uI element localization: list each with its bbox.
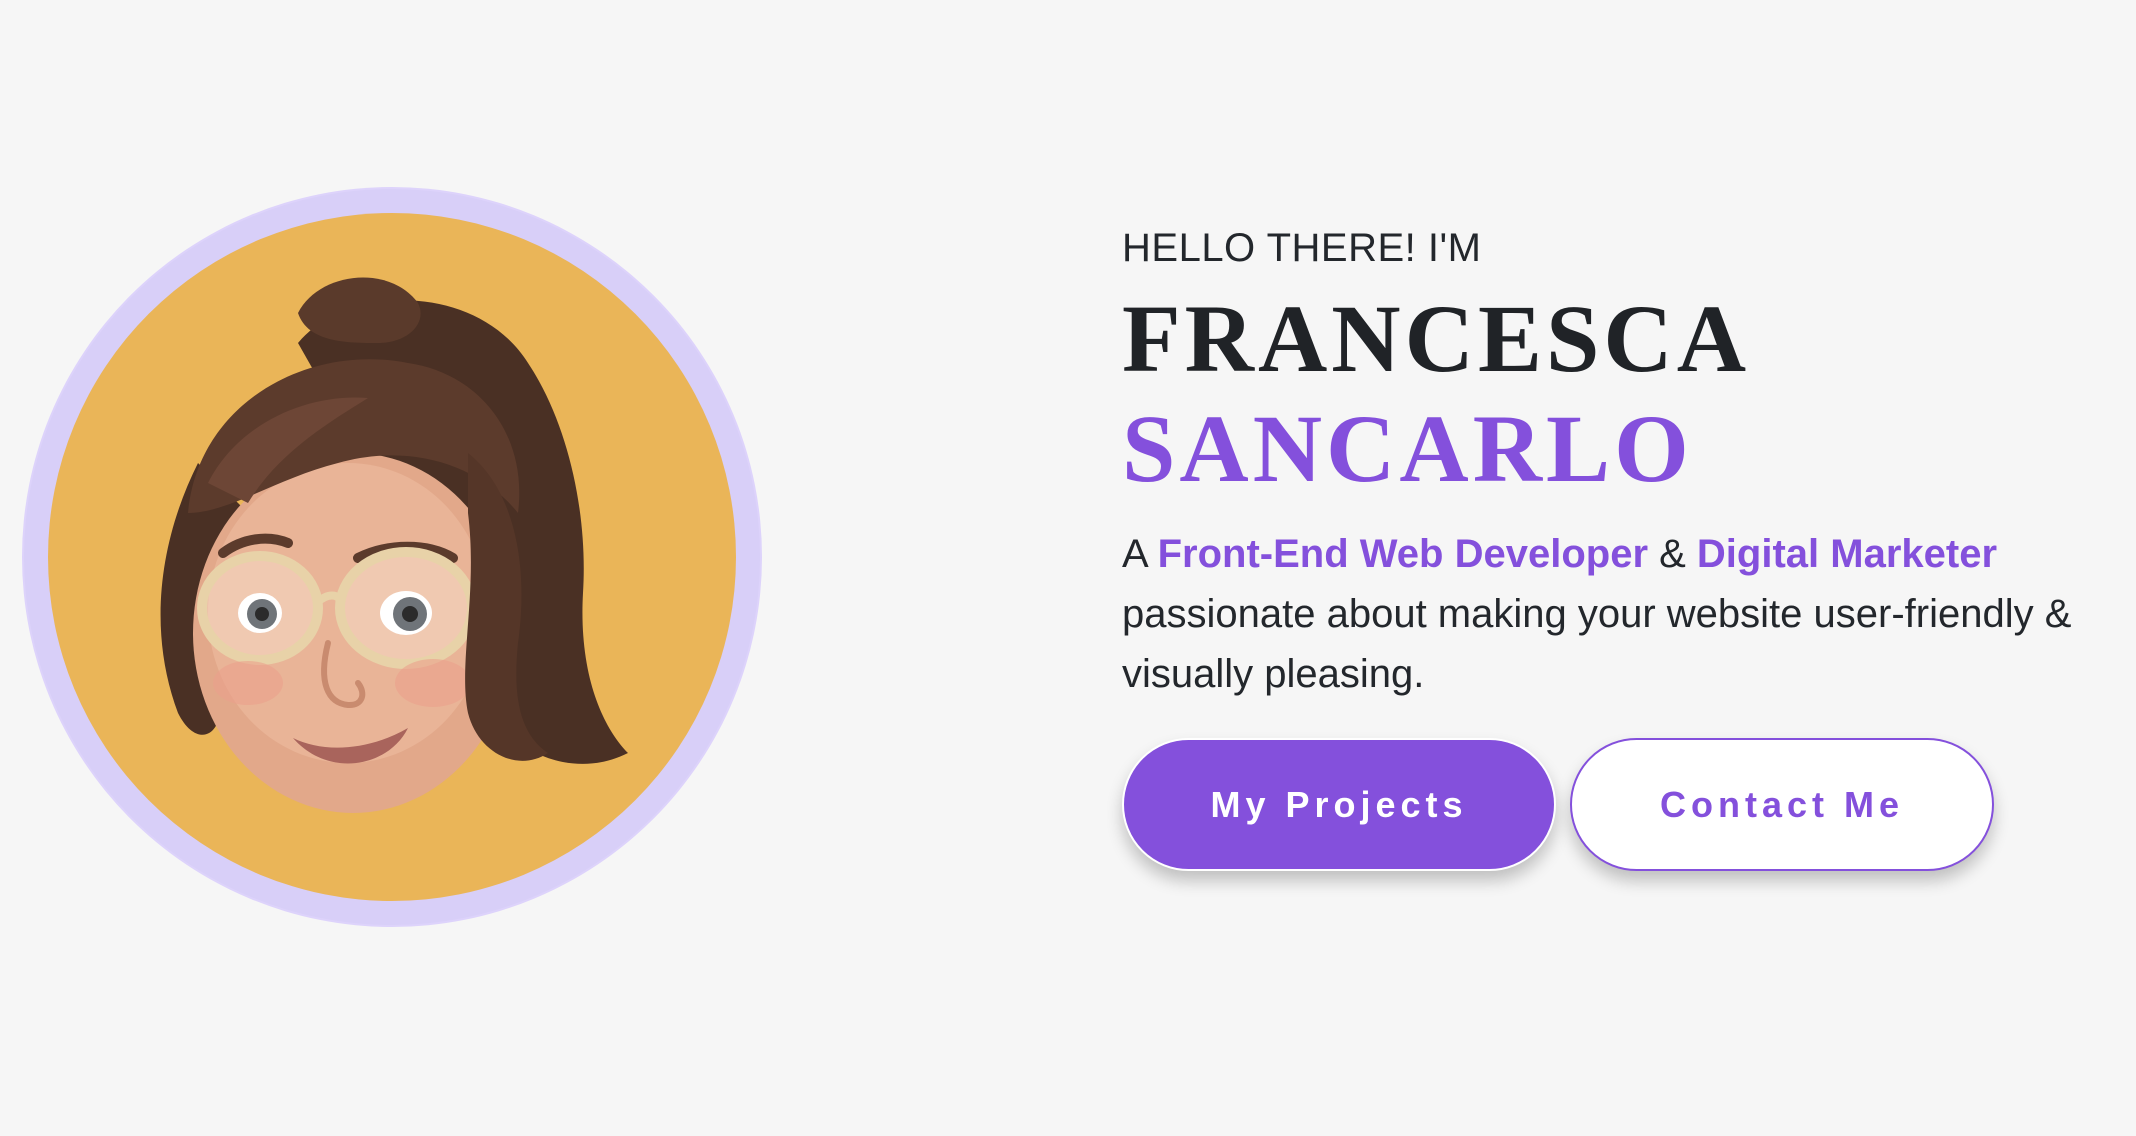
role-front-end: Front-End Web Developer — [1157, 532, 1649, 576]
greeting-text: HELLO THERE! I'M — [1122, 226, 1482, 270]
cta-buttons: My Projects Contact Me — [1122, 738, 2102, 871]
role-digital-marketer: Digital Marketer — [1696, 532, 1998, 576]
tagline-suffix: passionate about making your website use… — [1122, 592, 2072, 696]
tagline-joiner: & — [1648, 532, 1697, 576]
full-name-heading: FRANCESCA SANCARLO — [1122, 284, 2102, 504]
hero-section: HELLO THERE! I'M FRANCESCA SANCARLO A Fr… — [0, 0, 2136, 1136]
contact-me-button[interactable]: Contact Me — [1570, 738, 1994, 871]
intro-block: HELLO THERE! I'M FRANCESCA SANCARLO A Fr… — [1122, 224, 2102, 871]
my-projects-button[interactable]: My Projects — [1122, 738, 1556, 871]
avatar-background — [48, 213, 736, 901]
first-name: FRANCESCA — [1122, 285, 1751, 392]
tagline-prefix: A — [1122, 532, 1158, 576]
tagline: A Front-End Web Developer & Digital Mark… — [1122, 524, 2102, 704]
last-name: SANCARLO — [1122, 395, 1693, 502]
memoji-avatar-icon — [160, 277, 628, 813]
avatar — [24, 189, 760, 925]
